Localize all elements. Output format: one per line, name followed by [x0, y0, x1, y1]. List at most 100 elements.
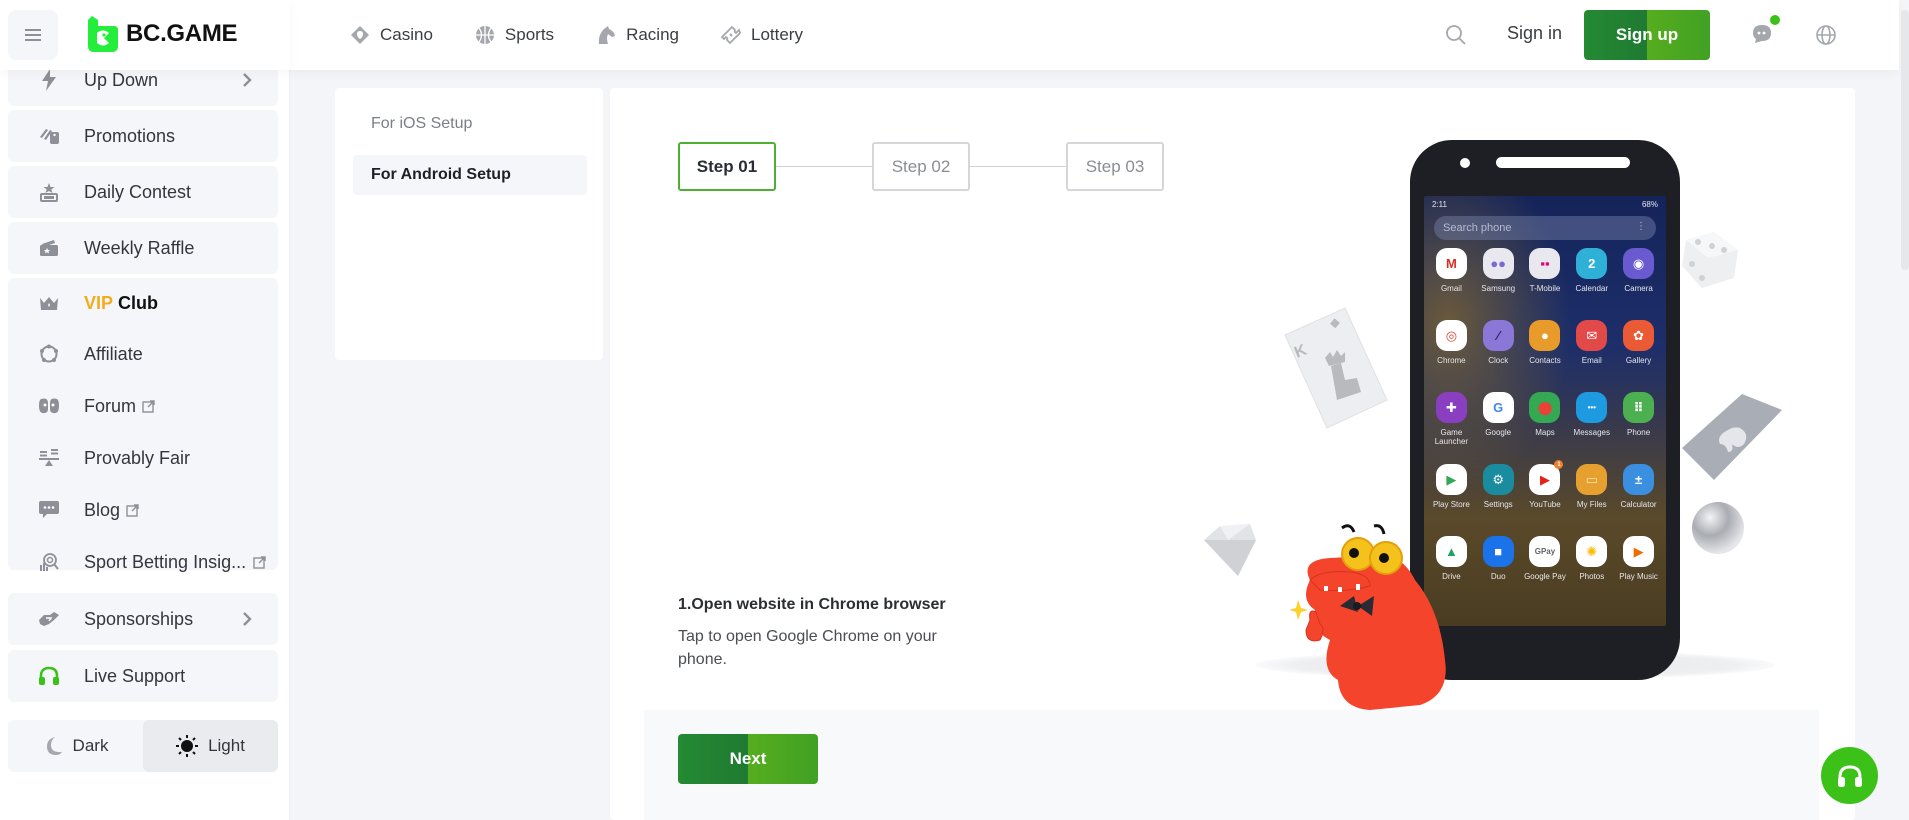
app-grid: M Gmail ●● Samsung ▪▪ T-Mobile 2 Calendar ◉ Camer… [1428, 248, 1662, 594]
sun-icon [176, 735, 199, 757]
sidebar-item-label: Live Support [84, 665, 186, 686]
search-button[interactable] [1445, 24, 1467, 51]
app-icon: ■ [1482, 536, 1514, 567]
phone-app: ◎ Chrome [1428, 320, 1475, 378]
phone-app: ◉ Camera [1615, 248, 1662, 306]
tab-android-setup[interactable]: For Android Setup [353, 155, 587, 195]
page-scrollbar[interactable] [1901, 10, 1909, 270]
sidebar-item-provably-fair[interactable]: Provably Fair [8, 432, 278, 484]
lottery-ticket-icon [720, 25, 741, 45]
app-label: Phone [1627, 428, 1651, 437]
sidebar-item-label: Promotions [84, 125, 176, 146]
headset-icon [1837, 764, 1862, 787]
phone-app: ⚙ Settings [1475, 464, 1522, 522]
menu-toggle-button[interactable] [8, 10, 58, 60]
sidebar-item-daily-contest[interactable]: Daily Contest [8, 166, 278, 218]
forum-icon [38, 395, 60, 417]
app-icon: ⠿ [1623, 392, 1655, 423]
chat-button[interactable] [1752, 15, 1780, 49]
sidebar-item-live-support[interactable]: Live Support [8, 650, 278, 702]
nav-lottery[interactable]: Lottery [720, 25, 803, 45]
phone-app: ✚ Game Launcher [1428, 392, 1475, 450]
phone-search-placeholder: Search phone [1443, 222, 1512, 234]
app-icon: ▶ [1435, 464, 1467, 495]
app-label: My Files [1576, 500, 1607, 509]
nav-racing[interactable]: Racing [596, 25, 679, 45]
phone-speaker [1496, 157, 1630, 168]
sidebar: BC.GAME Up Down Promotions Daily Contest… [0, 0, 290, 820]
external-link-icon [142, 399, 155, 413]
app-icon: ◉ [1623, 248, 1655, 279]
phone-app: M Gmail [1428, 248, 1475, 306]
app-icon: G [1482, 392, 1514, 423]
app-badge: 1 [1554, 460, 1564, 469]
phone-app: ● Contacts [1522, 320, 1569, 378]
step-2[interactable]: Step 02 [872, 142, 970, 191]
next-button[interactable]: Next [678, 734, 818, 784]
app-icon: ◎ [1435, 320, 1467, 351]
language-button[interactable] [1815, 24, 1837, 51]
nav-sports[interactable]: Sports [475, 25, 554, 45]
nav-casino[interactable]: Casino [350, 25, 433, 45]
sidebar-item-affiliate[interactable]: Affiliate [8, 328, 278, 380]
sidebar-header: BC.GAME [0, 0, 290, 70]
step-3[interactable]: Step 03 [1066, 142, 1164, 191]
app-label: Google [1485, 428, 1512, 437]
phone-screen: 2:11 68% Search phone ⋮ M Gmail ●● Samsung ▪… [1424, 196, 1666, 626]
app-icon: ⬤ [1529, 392, 1561, 423]
sidebar-item-sport-betting-insights[interactable]: Sport Betting Insig... [8, 536, 278, 588]
sidebar-item-promotions[interactable]: Promotions [8, 110, 278, 162]
spade-card-illustration [1682, 394, 1782, 480]
external-link-icon [253, 555, 266, 569]
app-label: Messages [1573, 428, 1611, 437]
app-icon: GPay [1529, 536, 1561, 567]
sidebar-item-forum[interactable]: Forum [8, 380, 278, 432]
chat-bubble-icon [38, 499, 60, 521]
phone-battery: 68% [1641, 200, 1658, 209]
app-icon: ▪▪ [1529, 248, 1561, 279]
phone-app: GPay Google Pay [1522, 536, 1569, 594]
casino-cards-icon [351, 26, 369, 44]
app-icon: ✚ [1435, 392, 1467, 423]
sidebar-item-vip-club[interactable]: VIP Club [8, 278, 278, 328]
nav-label: Sports [504, 25, 555, 44]
nav-group-live-support: Live Support [8, 650, 278, 702]
app-label: Google Pay [1524, 572, 1566, 581]
sidebar-item-weekly-raffle[interactable]: Weekly Raffle [8, 222, 278, 274]
sign-up-button[interactable]: Sign up [1584, 10, 1710, 60]
mascot-illustration [1290, 524, 1446, 710]
nav-group-weekly-raffle: Weekly Raffle [8, 222, 278, 274]
phone-app: ✉ Email [1568, 320, 1615, 378]
app-label: Play Store [1432, 500, 1470, 509]
sign-in-link[interactable]: Sign in [1507, 23, 1562, 44]
sidebar-item-label: Daily Contest [84, 181, 192, 202]
phone-app: G Google [1475, 392, 1522, 450]
app-icon: ▶ 1 [1529, 460, 1564, 495]
sidebar-item-sponsorships[interactable]: Sponsorships [8, 593, 278, 645]
basketball-icon [475, 26, 494, 44]
club-label: Club [118, 292, 159, 313]
app-label: Chrome [1437, 356, 1466, 365]
phone-time: 2:11 [1432, 200, 1447, 209]
phone-app: ▭ My Files [1568, 464, 1615, 522]
chevron-right-icon [243, 73, 252, 87]
app-label: Photos [1579, 572, 1605, 581]
logo[interactable]: BC.GAME [88, 16, 238, 52]
app-label: Calendar [1575, 284, 1609, 293]
sidebar-item-blog[interactable]: Blog [8, 484, 278, 536]
app-label: YouTube [1529, 500, 1561, 509]
theme-light-button[interactable]: Light [143, 720, 278, 772]
theme-toggle: Dark Light [8, 720, 278, 772]
theme-dark-button[interactable]: Dark [8, 720, 143, 772]
instruction-description: Tap to open Google Chrome on your phone. [678, 628, 937, 668]
brand-name: BC.GAME [126, 20, 238, 47]
phone-app: ✿ Gallery [1615, 320, 1662, 378]
step-indicator: Step 01 Step 02 Step 03 [678, 142, 1164, 191]
app-label: Gmail [1440, 284, 1462, 293]
phone-camera [1460, 158, 1470, 168]
live-support-fab[interactable] [1821, 747, 1878, 804]
tab-ios-setup[interactable]: For iOS Setup [353, 104, 587, 144]
sidebar-item-label: Affiliate [84, 343, 143, 364]
app-label: Settings [1483, 500, 1513, 509]
step-1[interactable]: Step 01 [678, 142, 776, 191]
